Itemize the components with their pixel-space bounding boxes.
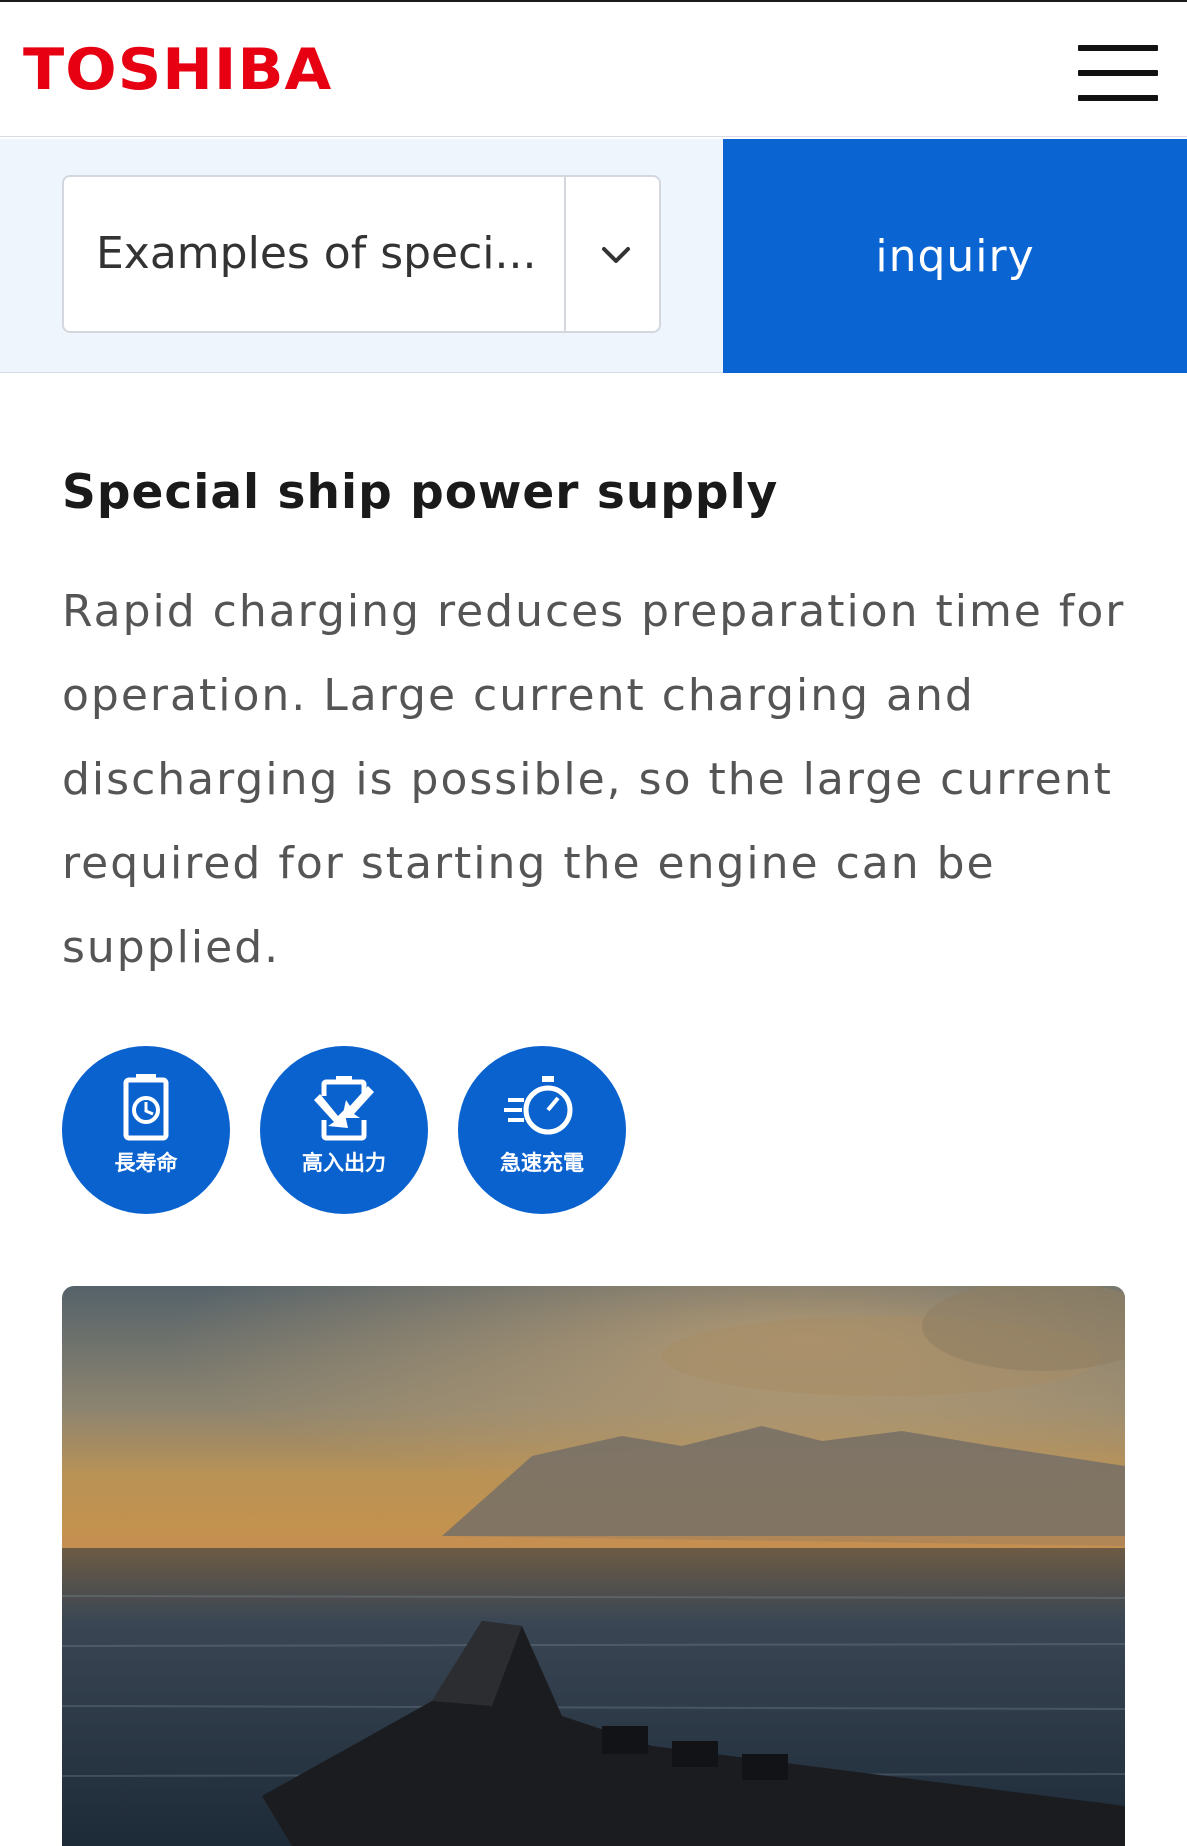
badge-label: 高入出力 — [302, 1151, 386, 1175]
select-value: Examples of speci... — [96, 228, 537, 279]
ship-at-sea-photo — [62, 1286, 1125, 1846]
toshiba-logo[interactable]: TOSHIBA — [23, 38, 332, 102]
battery-arrows-icon — [314, 1076, 374, 1141]
chevron-down-icon — [602, 247, 630, 263]
select-divider — [564, 177, 566, 331]
site-header: TOSHIBA — [0, 0, 1187, 137]
badge-long-life: 長寿命 — [62, 1046, 230, 1214]
stopwatch-icon — [504, 1076, 573, 1135]
examples-select[interactable]: Examples of speci... — [62, 175, 661, 333]
badge-high-io: 高入出力 — [260, 1046, 428, 1214]
battery-clock-icon — [123, 1074, 169, 1141]
section-description: Rapid charging reduces preparation time … — [62, 586, 1126, 973]
inquiry-button[interactable]: inquiry — [723, 139, 1187, 373]
section-title: Special ship power supply — [62, 465, 779, 520]
hamburger-menu-icon[interactable] — [1078, 45, 1158, 101]
badge-rapid-charge: 急速充電 — [458, 1046, 626, 1214]
badge-label: 急速充電 — [500, 1151, 584, 1175]
badge-label: 長寿命 — [114, 1151, 178, 1175]
